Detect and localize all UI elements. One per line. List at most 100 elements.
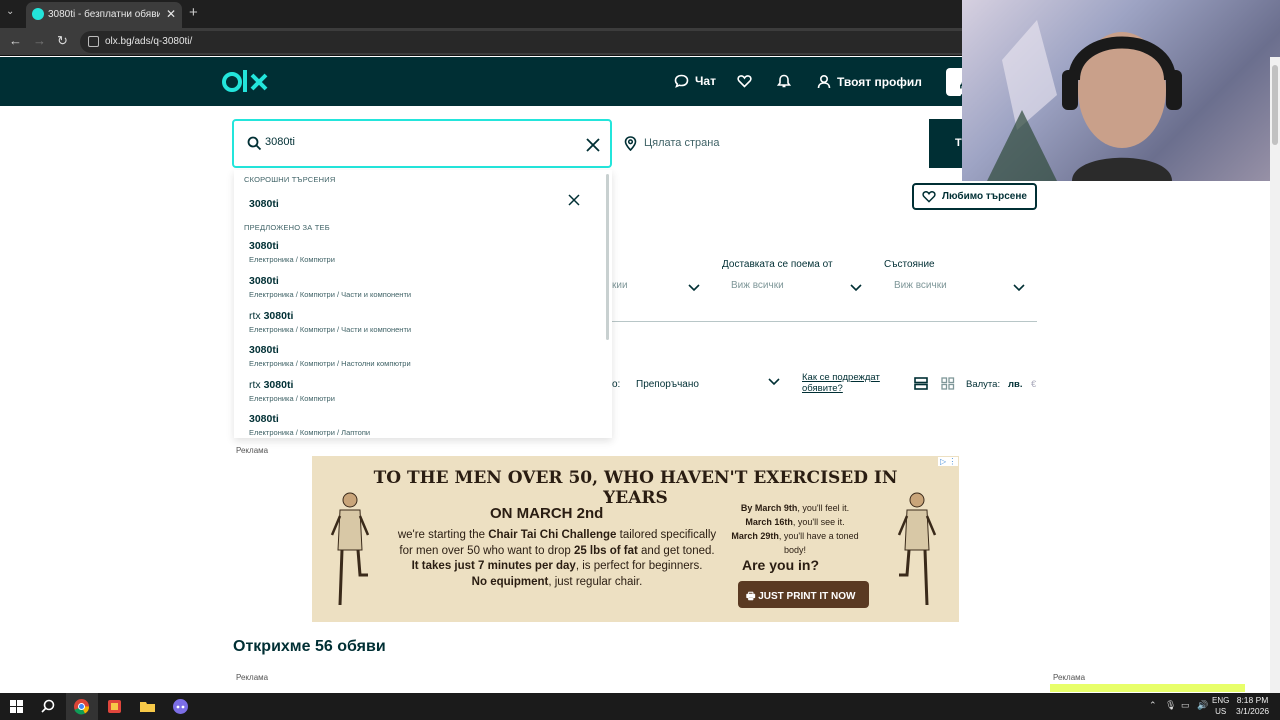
search-input[interactable]: [265, 136, 565, 148]
suggestion-item[interactable]: rtx 3080ti Електроника / Компютри / Част…: [249, 310, 589, 334]
clock-time: 8:18 PM: [1236, 695, 1269, 705]
suggestion-item[interactable]: rtx 3080ti Електроника / Компютри: [249, 379, 589, 403]
tray-chevron-icon[interactable]: ⌃: [1149, 700, 1157, 711]
recent-search-item[interactable]: 3080ti: [249, 198, 589, 210]
currency-lv-option[interactable]: лв.: [1008, 379, 1023, 390]
banner-text: No equipment: [471, 575, 549, 588]
tab-list-icon[interactable]: ⌄: [6, 6, 14, 17]
side-ad-banner[interactable]: [1050, 684, 1245, 692]
streamer-video-image: [987, 20, 1182, 181]
favorite-search-button[interactable]: Любимо търсене: [912, 183, 1037, 210]
printer-icon: 🖶: [746, 591, 759, 602]
site-info-icon[interactable]: [88, 36, 99, 47]
windows-start-icon[interactable]: [8, 698, 25, 715]
suggestion-item[interactable]: 3080ti Електроника / Компютри / Части и …: [249, 275, 589, 299]
search-icon: [247, 136, 262, 151]
recent-query: 3080ti: [249, 198, 279, 210]
chevron-down-icon: [1013, 284, 1025, 292]
reload-icon[interactable]: ↻: [57, 33, 68, 49]
banner-text: , just regular chair.: [548, 575, 643, 588]
page-scrollbar[interactable]: [1270, 57, 1280, 693]
suggestion-prefix: rtx: [249, 379, 264, 391]
sort-select[interactable]: Препоръчано: [636, 379, 699, 390]
dropdown-scrollbar[interactable]: [606, 174, 609, 340]
olx-logo[interactable]: [222, 68, 274, 96]
profile-link[interactable]: Твоят профил: [817, 74, 922, 89]
filter-select-condition[interactable]: Виж всички: [894, 280, 1029, 302]
notifications-bell-icon[interactable]: [777, 74, 791, 89]
suggestion-item[interactable]: 3080ti Електроника / Компютри / Настолни…: [249, 344, 589, 368]
filter-value: кии: [612, 280, 628, 291]
forward-icon[interactable]: →: [33, 33, 46, 48]
filter-value: Виж всички: [894, 280, 947, 291]
banner-body: we're starting the Chair Tai Chi Challen…: [392, 528, 722, 590]
currency-eur-option[interactable]: €: [1031, 379, 1036, 390]
windows-taskbar: ⌃ 🎙 ▭ 🔊 ENG US 8:18 PM 3/1/2026: [0, 693, 1280, 720]
filter-divider: [612, 321, 1037, 322]
list-view-icon[interactable]: [914, 377, 928, 390]
banner-cta-button[interactable]: 🖶 JUST PRINT IT NOW: [738, 581, 869, 608]
filter-select-1[interactable]: кии: [612, 280, 702, 302]
network-icon[interactable]: ▭: [1181, 700, 1190, 711]
discord-icon[interactable]: [172, 698, 189, 715]
browser-tab[interactable]: 3080ti - безплатни обяви | OLX ✕: [26, 2, 182, 28]
clear-search-icon[interactable]: [585, 137, 601, 153]
olx-favicon-icon: [32, 8, 44, 20]
banner-timeline: By March 9th, you'll feel it. March 16th…: [730, 501, 860, 557]
chat-link[interactable]: Чат: [674, 74, 716, 88]
ad-label: Реклама: [236, 446, 269, 455]
search-suggestions-dropdown: СКОРОШНИ ТЪРСЕНИЯ 3080ti ПРЕДЛОЖЕНО ЗА Т…: [234, 170, 612, 438]
location-input[interactable]: Цялата страна: [644, 137, 719, 149]
filter-select-delivery[interactable]: Виж всички: [731, 280, 866, 302]
suggestion-category: Електроника / Компютри / Части и компоне…: [249, 290, 412, 299]
heart-icon: [922, 191, 936, 203]
suggestion-item[interactable]: 3080ti Електроника / Компютри / Лаптопи: [249, 413, 589, 437]
suggestion-query: 3080ti: [249, 344, 279, 356]
scrollbar-thumb[interactable]: [1272, 65, 1278, 145]
suggestion-item[interactable]: 3080ti Електроника / Компютри: [249, 240, 589, 264]
search-box: [232, 119, 612, 168]
suggested-heading: ПРЕДЛОЖЕНО ЗА ТЕБ: [244, 223, 330, 232]
system-clock[interactable]: 8:18 PM 3/1/2026: [1236, 695, 1269, 717]
microphone-icon[interactable]: 🎙: [1165, 700, 1176, 711]
ad-banner[interactable]: ▷ ⋮ TO THE MEN OVER 50, WHO HAVEN'T EXER…: [312, 456, 959, 622]
url-field[interactable]: olx.bg/ads/q-3080ti/: [80, 31, 980, 53]
currency-label: Валута:: [966, 379, 1001, 390]
taskbar-chrome-slot[interactable]: [66, 693, 98, 720]
chat-icon: [674, 74, 689, 88]
banner-text: , you'll see it.: [792, 517, 845, 527]
ad-label: Реклама: [1053, 673, 1086, 682]
banner-text: It takes just 7 minutes per day: [411, 560, 576, 572]
close-tab-icon[interactable]: ✕: [166, 7, 176, 21]
back-icon[interactable]: ←: [9, 33, 22, 48]
banner-text: By March 9th: [740, 503, 798, 513]
suggestion-category: Електроника / Компютри: [249, 394, 335, 403]
tai-chi-figure-right: [897, 492, 937, 606]
sort-label: о:: [612, 379, 621, 390]
suggestion-category: Електроника / Компютри / Лаптопи: [249, 428, 371, 437]
file-explorer-icon[interactable]: [139, 698, 156, 715]
volume-icon[interactable]: 🔊: [1197, 700, 1208, 711]
adchoices-icon[interactable]: ▷ ⋮: [938, 457, 959, 466]
chevron-down-icon: [850, 284, 862, 292]
remove-recent-icon[interactable]: [568, 194, 580, 206]
banner-question: Are you in?: [742, 557, 820, 573]
language-code: ENG: [1212, 696, 1230, 705]
new-tab-icon[interactable]: +: [189, 4, 198, 21]
suggestion-query: 3080ti: [249, 240, 279, 252]
chevron-down-icon[interactable]: [768, 378, 780, 386]
grid-view-icon[interactable]: [941, 377, 955, 390]
favorites-heart-icon[interactable]: [737, 74, 752, 88]
location-box[interactable]: Цялата страна: [612, 119, 930, 168]
sort-help-link[interactable]: Как се подреждат обявите?: [802, 372, 897, 394]
app-icon[interactable]: [106, 698, 123, 715]
search-icon[interactable]: [40, 698, 57, 715]
suggestion-query: 3080ti: [263, 379, 294, 391]
suggestion-query: 3080ti: [249, 275, 279, 287]
banner-text: March 29th: [731, 531, 779, 541]
banner-text: , is perfect for beginners.: [575, 560, 703, 572]
recent-searches-heading: СКОРОШНИ ТЪРСЕНИЯ: [244, 175, 336, 184]
chat-label: Чат: [695, 74, 716, 88]
language-indicator[interactable]: ENG US: [1212, 695, 1229, 717]
suggestion-category: Електроника / Компютри / Настолни компют…: [249, 359, 411, 368]
